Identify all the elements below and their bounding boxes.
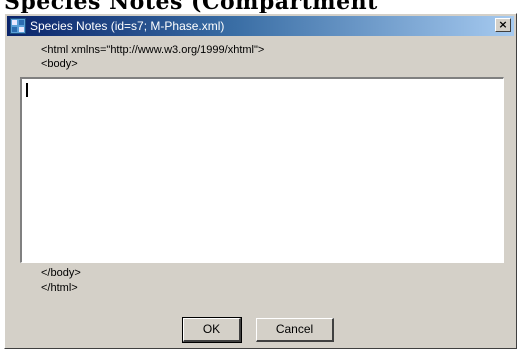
ok-button-label: OK [202,322,221,336]
html-open-tag: <html xmlns="http://www.w3.org/1999/xhtm… [41,44,265,56]
body-open-tag: <body> [41,58,78,70]
close-button[interactable]: × [495,18,511,32]
notes-editor[interactable] [19,76,505,264]
text-caret [26,83,28,97]
dialog-titlebar[interactable]: Species Notes (id=s7; M-Phase.xml) × [7,16,514,36]
ok-button[interactable]: OK [182,317,242,343]
species-notes-dialog: Species Notes (id=s7; M-Phase.xml) × <ht… [4,13,517,349]
cancel-button[interactable]: Cancel [256,318,334,342]
close-icon: × [498,18,508,31]
dialog-title: Species Notes (id=s7; M-Phase.xml) [30,19,225,33]
app-icon [10,18,26,34]
cancel-button-label: Cancel [275,322,314,336]
html-close-tag: </html> [41,282,78,294]
body-close-tag: </body> [41,267,81,279]
